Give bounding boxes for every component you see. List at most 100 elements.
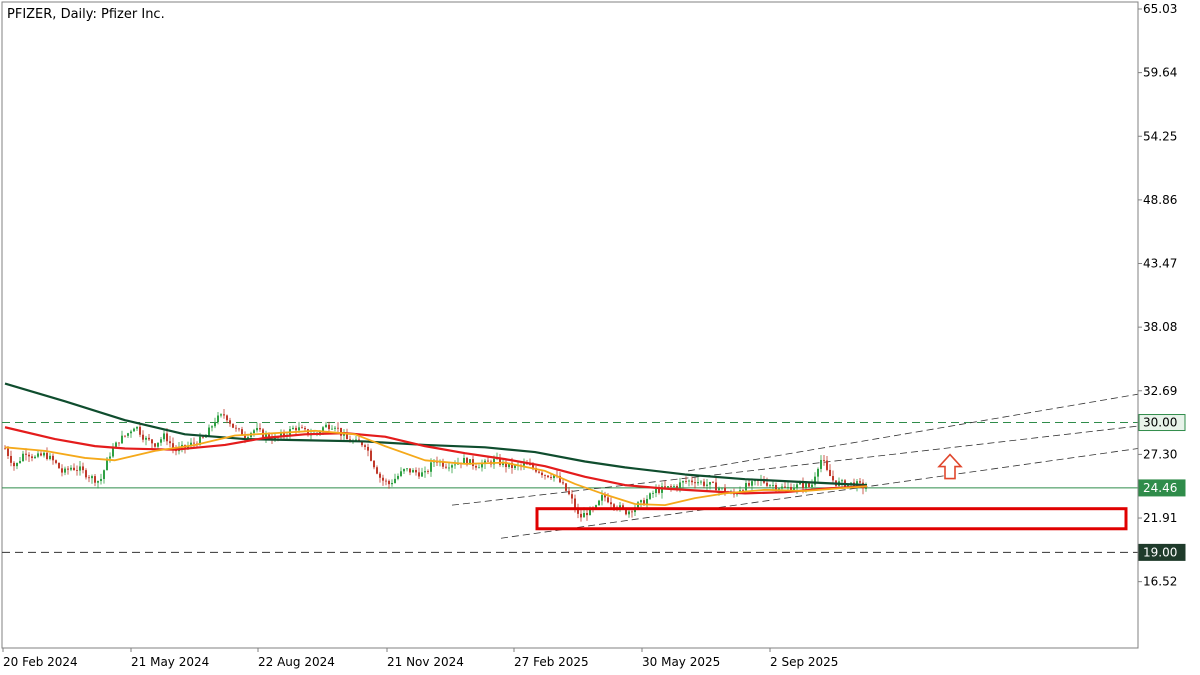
candle-body <box>325 424 327 428</box>
candle-body <box>784 486 786 488</box>
candle-body <box>787 487 789 488</box>
candle-body <box>451 465 453 468</box>
candle-body <box>688 480 690 482</box>
candle-body <box>544 475 546 476</box>
candle-body <box>781 486 783 489</box>
candle-body <box>745 483 747 491</box>
candle-body <box>88 477 90 479</box>
x-tick-label: 22 Aug 2024 <box>258 655 335 669</box>
candle-body <box>808 483 810 487</box>
y-tick-label: 65.03 <box>1143 2 1177 16</box>
candle-body <box>751 481 753 486</box>
candle-body <box>601 495 603 501</box>
candle-body <box>151 439 153 444</box>
candle-body <box>373 460 375 468</box>
candle-body <box>811 484 813 487</box>
candle-body <box>301 427 303 429</box>
y-tick-label: 16.52 <box>1143 575 1177 589</box>
candle-body <box>379 473 381 478</box>
level-tag-label-0: 30.00 <box>1143 416 1177 430</box>
candle-body <box>97 481 99 483</box>
candle-body <box>343 434 345 436</box>
candle-body <box>775 484 777 490</box>
candle-body <box>256 428 258 431</box>
level-tag-label-2: 19.00 <box>1143 545 1177 559</box>
candle-body <box>571 494 573 499</box>
y-tick-label: 54.25 <box>1143 129 1177 143</box>
candle-body <box>640 500 642 503</box>
candle-body <box>820 459 822 469</box>
y-tick-label: 48.86 <box>1143 193 1177 207</box>
candle-body <box>421 472 423 477</box>
candle-body <box>388 480 390 485</box>
candle-body <box>538 471 540 473</box>
candle-body <box>406 468 408 470</box>
candle-body <box>52 455 54 461</box>
candle-body <box>61 468 63 473</box>
candle-body <box>397 475 399 479</box>
candle-body <box>13 462 15 467</box>
candle-body <box>859 481 861 483</box>
candle-body <box>238 428 240 430</box>
x-tick-label: 27 Feb 2025 <box>514 655 589 669</box>
candle-body <box>130 431 132 434</box>
candle-body <box>685 481 687 482</box>
plot-area <box>1 1 1139 649</box>
candle-body <box>430 462 432 472</box>
candle-body <box>34 456 36 459</box>
candle-body <box>226 415 228 421</box>
candle-body <box>610 502 612 505</box>
candle-body <box>22 453 24 461</box>
candle-body <box>487 460 489 462</box>
candle-body <box>691 480 693 483</box>
candle-body <box>193 442 195 444</box>
candle-body <box>259 428 261 430</box>
candle-body <box>670 486 672 487</box>
candle-body <box>547 475 549 478</box>
y-tick-label: 32.69 <box>1143 384 1177 398</box>
candle-body <box>679 482 681 488</box>
candle-body <box>298 427 300 431</box>
candle-body <box>85 470 87 478</box>
candle-body <box>166 433 168 442</box>
candle-body <box>235 427 237 429</box>
candle-body <box>25 453 27 455</box>
candle-body <box>337 427 339 429</box>
candle-body <box>382 477 384 481</box>
candle-body <box>208 427 210 436</box>
candle-body <box>403 469 405 472</box>
candle-body <box>19 460 21 463</box>
candle-body <box>706 484 708 486</box>
candle-body <box>139 426 141 435</box>
candle-body <box>103 470 105 479</box>
x-tick-label: 30 May 2025 <box>642 655 720 669</box>
candle-body <box>394 478 396 483</box>
candle-body <box>364 445 366 447</box>
candle-body <box>127 433 129 436</box>
candle-body <box>448 467 450 469</box>
candle-body <box>340 427 342 436</box>
candle-body <box>157 442 159 447</box>
candle-body <box>244 435 246 439</box>
candle-body <box>703 481 705 486</box>
candle-body <box>586 512 588 516</box>
candle-body <box>118 442 120 444</box>
candle-body <box>400 471 402 476</box>
candle-body <box>796 484 798 489</box>
x-tick-label: 2 Sep 2025 <box>770 655 838 669</box>
candle-body <box>607 497 609 503</box>
candle-body <box>805 483 807 489</box>
candle-body <box>823 459 825 461</box>
candle-body <box>163 433 165 440</box>
price-chart[interactable]: PFIZER, Daily: Pfizer Inc. 65.03 59.64 54.… <box>0 0 1200 675</box>
candle-body <box>154 443 156 447</box>
candle-body <box>253 430 255 434</box>
candle-body <box>682 481 684 483</box>
candle-body <box>328 424 330 430</box>
candle-body <box>94 476 96 483</box>
candle-body <box>211 426 213 428</box>
y-tick-label: 59.64 <box>1143 66 1177 80</box>
candle-body <box>514 465 516 468</box>
candle-body <box>43 452 45 456</box>
candle-body <box>829 469 831 477</box>
